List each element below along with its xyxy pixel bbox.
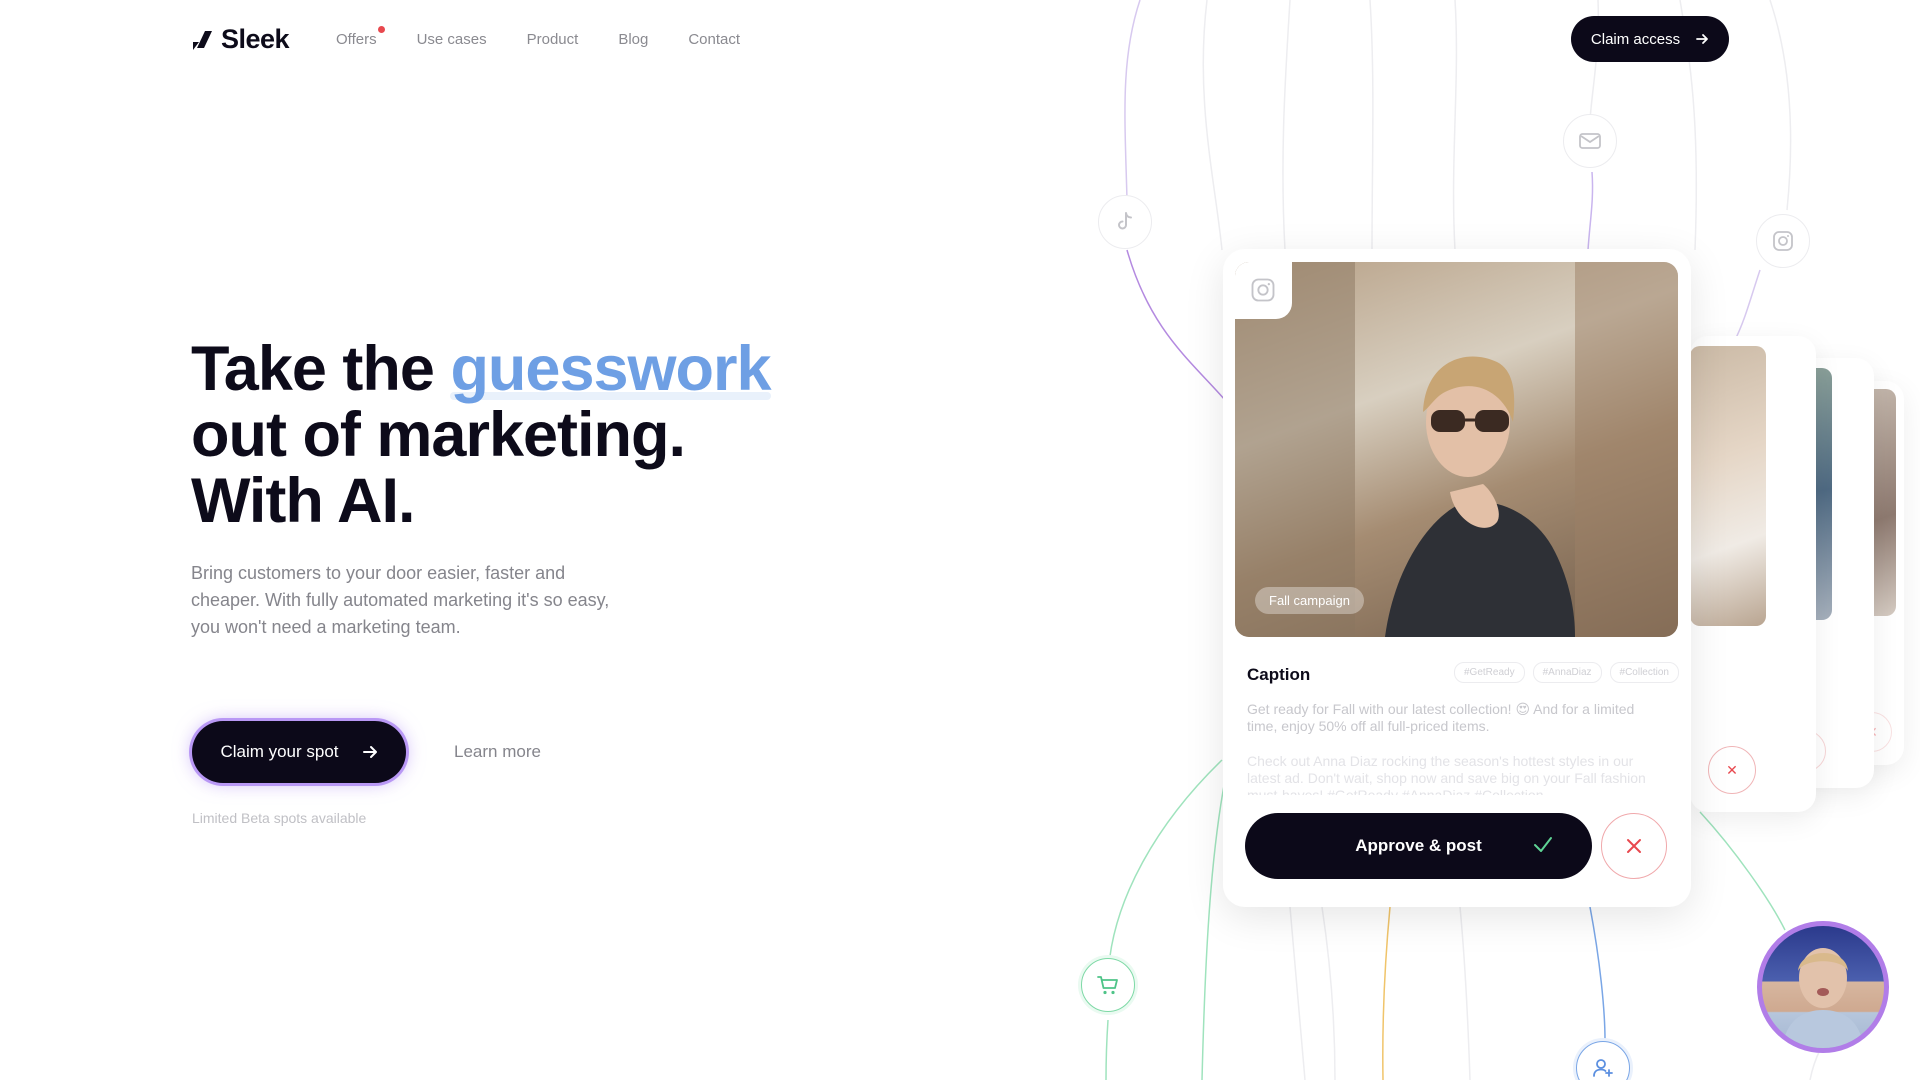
tiktok-icon	[1118, 212, 1132, 230]
approve-label: Approve & post	[1355, 836, 1482, 855]
stacked-post-card-1: ✕	[1690, 336, 1816, 812]
nav-item-offers[interactable]: Offers	[336, 26, 385, 48]
claim-access-button[interactable]: Claim access	[1571, 16, 1729, 62]
hero-title: Take the guesswork out of marketing. Wit…	[191, 334, 772, 536]
beta-note: Limited Beta spots available	[192, 810, 367, 826]
shop-channel	[1081, 958, 1135, 1012]
logo[interactable]: Sleek	[191, 24, 290, 55]
hashtag-chip: #AnnaDiaz	[1532, 662, 1602, 683]
post-photo: Fall campaign	[1235, 262, 1678, 637]
check-icon	[1534, 837, 1552, 852]
cart-icon	[1097, 976, 1118, 995]
post-preview-card: Fall campaign Caption #GetReady #AnnaDia…	[1223, 249, 1691, 907]
instagram-icon	[1773, 231, 1793, 251]
hero-title-line1: Take the	[191, 334, 451, 404]
nav-item-blog[interactable]: Blog	[618, 31, 648, 48]
add-user-icon	[1593, 1059, 1613, 1077]
hero-title-line2: out of marketing.	[191, 400, 686, 470]
caption-title: Caption	[1247, 665, 1311, 684]
hero-title-accent: guesswork	[450, 334, 771, 404]
reject-button[interactable]	[1601, 813, 1667, 879]
claim-access-label: Claim access	[1590, 30, 1681, 48]
notification-dot	[377, 26, 385, 33]
hero-subtitle: Bring customers to your door easier, fas…	[191, 563, 610, 637]
post-photo	[1690, 346, 1766, 626]
video-avatar[interactable]	[1757, 921, 1889, 1053]
hero-title-line3: With AI.	[191, 466, 416, 536]
instagram-badge	[1235, 262, 1292, 319]
claim-your-spot-label: Claim your spot	[220, 742, 339, 761]
nav-item-use-cases[interactable]: Use cases	[417, 31, 487, 48]
learn-more-link[interactable]: Learn more	[454, 742, 541, 762]
nav-item-label: Offers	[336, 31, 377, 48]
campaign-tag: Fall campaign	[1255, 587, 1364, 614]
sleek-logo-icon	[193, 30, 212, 50]
claim-your-spot-button[interactable]: Claim your spot	[192, 721, 406, 783]
instagram-icon	[1251, 278, 1275, 302]
presenter-illustration	[1782, 948, 1864, 1048]
main-nav: Offers Use cases Product Blog Contact	[336, 26, 740, 48]
tiktok-channel	[1098, 195, 1152, 249]
email-channel	[1563, 114, 1617, 168]
arrow-right-icon	[1696, 34, 1708, 44]
brand-name: Sleek	[221, 24, 290, 54]
caption-text: Get ready for Fall with our latest colle…	[1247, 701, 1635, 734]
hashtag-list: #GetReady #AnnaDiaz #Collection	[1454, 662, 1679, 683]
nav-item-contact[interactable]: Contact	[688, 31, 740, 48]
hashtag-chip: #Collection	[1609, 662, 1679, 683]
caption-text-faded: Check out Anna Diaz rocking the season's…	[1247, 753, 1646, 795]
mail-icon	[1579, 133, 1601, 149]
arrow-right-icon	[362, 746, 377, 758]
approve-and-post-button[interactable]: Approve & post	[1245, 813, 1592, 879]
close-icon	[1627, 839, 1641, 853]
hashtag-chip: #GetReady	[1454, 662, 1525, 683]
model-illustration	[1235, 262, 1678, 637]
instagram-channel	[1756, 214, 1810, 268]
reject-icon: ✕	[1708, 746, 1756, 794]
nav-item-product[interactable]: Product	[527, 31, 579, 48]
